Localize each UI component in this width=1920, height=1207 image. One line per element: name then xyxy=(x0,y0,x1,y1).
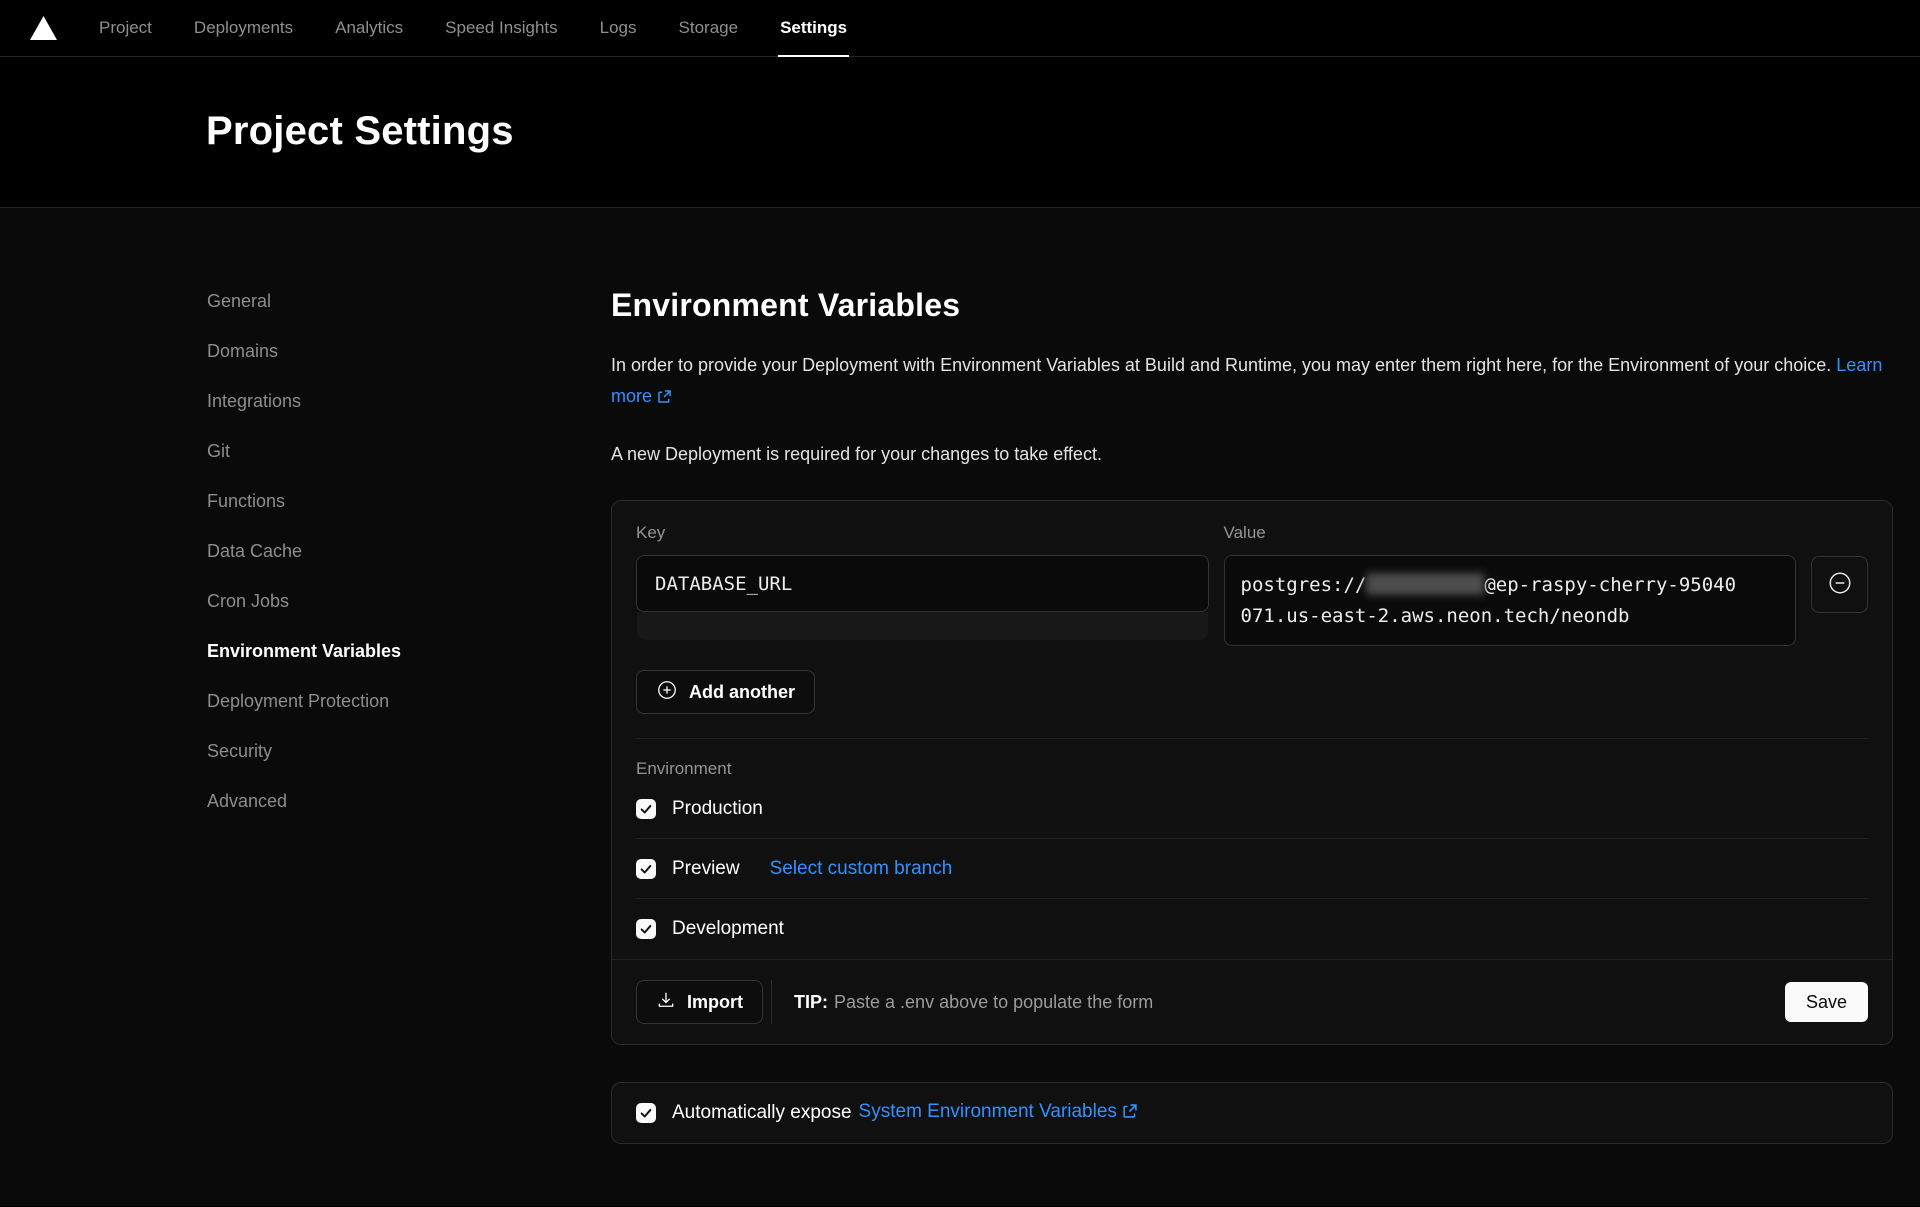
nav-item-settings[interactable]: Settings xyxy=(780,0,847,57)
content-area: General Domains Integrations Git Functio… xyxy=(0,208,1920,1206)
env-var-form-card: Key Value postgres:// @ep-raspy-cherry-95… xyxy=(611,500,1893,1045)
value-text: 071.us-east-2.aws.neon.tech/neondb xyxy=(1241,605,1630,627)
production-checkbox[interactable] xyxy=(636,799,656,819)
nav-item-project[interactable]: Project xyxy=(99,0,152,57)
sidebar-item-functions[interactable]: Functions xyxy=(207,476,611,526)
import-button[interactable]: Import xyxy=(636,980,763,1024)
sidebar-item-environment-variables[interactable]: Environment Variables xyxy=(207,626,611,676)
env-row-preview: Preview Select custom branch xyxy=(636,839,1868,899)
import-label: Import xyxy=(687,992,743,1013)
sidebar-item-security[interactable]: Security xyxy=(207,726,611,776)
redeploy-note: A new Deployment is required for your ch… xyxy=(611,444,1893,465)
add-another-label: Add another xyxy=(689,682,795,703)
auto-expose-card: Automatically expose System Environment … xyxy=(611,1082,1893,1144)
nav-item-deployments[interactable]: Deployments xyxy=(194,0,293,57)
sidebar-item-general[interactable]: General xyxy=(207,276,611,326)
save-button[interactable]: Save xyxy=(1785,982,1868,1022)
settings-sidebar: General Domains Integrations Git Functio… xyxy=(0,208,611,1206)
system-env-vars-link[interactable]: System Environment Variables xyxy=(859,1101,1138,1125)
sidebar-item-cron-jobs[interactable]: Cron Jobs xyxy=(207,576,611,626)
value-text: postgres:// xyxy=(1241,574,1367,596)
nav-item-analytics[interactable]: Analytics xyxy=(335,0,403,57)
nav-item-storage[interactable]: Storage xyxy=(679,0,739,57)
nav-item-logs[interactable]: Logs xyxy=(600,0,637,57)
page-title: Project Settings xyxy=(0,57,1920,154)
auto-expose-checkbox[interactable] xyxy=(636,1103,656,1123)
external-link-icon xyxy=(657,383,672,414)
env-row-label: Production xyxy=(672,798,763,820)
remove-row-button[interactable] xyxy=(1811,556,1868,613)
env-row-development: Development xyxy=(636,899,1868,959)
add-another-button[interactable]: Add another xyxy=(636,670,815,714)
environment-section: Environment Production Preview Select cu… xyxy=(636,738,1868,959)
development-checkbox[interactable] xyxy=(636,919,656,939)
top-nav: Project Deployments Analytics Speed Insi… xyxy=(0,0,1920,57)
sidebar-item-deployment-protection[interactable]: Deployment Protection xyxy=(207,676,611,726)
sidebar-item-integrations[interactable]: Integrations xyxy=(207,376,611,426)
download-icon xyxy=(656,990,676,1015)
env-row-label: Preview xyxy=(672,858,740,880)
preview-checkbox[interactable] xyxy=(636,859,656,879)
key-label: Key xyxy=(636,523,1209,543)
vercel-logo-icon[interactable] xyxy=(30,16,57,40)
value-input[interactable]: postgres:// @ep-raspy-cherry-95040 071.us-… xyxy=(1224,555,1797,646)
section-description: In order to provide your Deployment with… xyxy=(611,350,1893,414)
nav-item-speed-insights[interactable]: Speed Insights xyxy=(445,0,557,57)
select-custom-branch-link[interactable]: Select custom branch xyxy=(770,858,953,880)
page-header: Project Settings xyxy=(0,57,1920,208)
form-footer: Import TIP:Paste a .env above to populat… xyxy=(612,959,1892,1044)
auto-expose-text: Automatically expose xyxy=(672,1102,852,1124)
description-text: In order to provide your Deployment with… xyxy=(611,355,1831,375)
sidebar-item-advanced[interactable]: Advanced xyxy=(207,776,611,826)
sidebar-item-domains[interactable]: Domains xyxy=(207,326,611,376)
circle-minus-icon xyxy=(1827,570,1853,599)
footer-divider xyxy=(771,980,772,1024)
value-label: Value xyxy=(1224,523,1797,543)
value-text: @ep-raspy-cherry-95040 xyxy=(1484,574,1736,596)
key-input[interactable] xyxy=(636,555,1209,612)
circle-plus-icon xyxy=(656,679,678,706)
environment-label: Environment xyxy=(636,759,1868,779)
external-link-icon xyxy=(1122,1103,1138,1125)
env-row-label: Development xyxy=(672,918,784,940)
env-row-production: Production xyxy=(636,779,1868,839)
sidebar-item-data-cache[interactable]: Data Cache xyxy=(207,526,611,576)
main-panel: Environment Variables In order to provid… xyxy=(611,208,1893,1206)
redacted-credentials xyxy=(1366,573,1484,595)
sidebar-item-git[interactable]: Git xyxy=(207,426,611,476)
tip-text: TIP:Paste a .env above to populate the f… xyxy=(794,992,1153,1013)
key-input-dropdown-stub xyxy=(637,612,1208,640)
section-heading: Environment Variables xyxy=(611,287,1893,324)
